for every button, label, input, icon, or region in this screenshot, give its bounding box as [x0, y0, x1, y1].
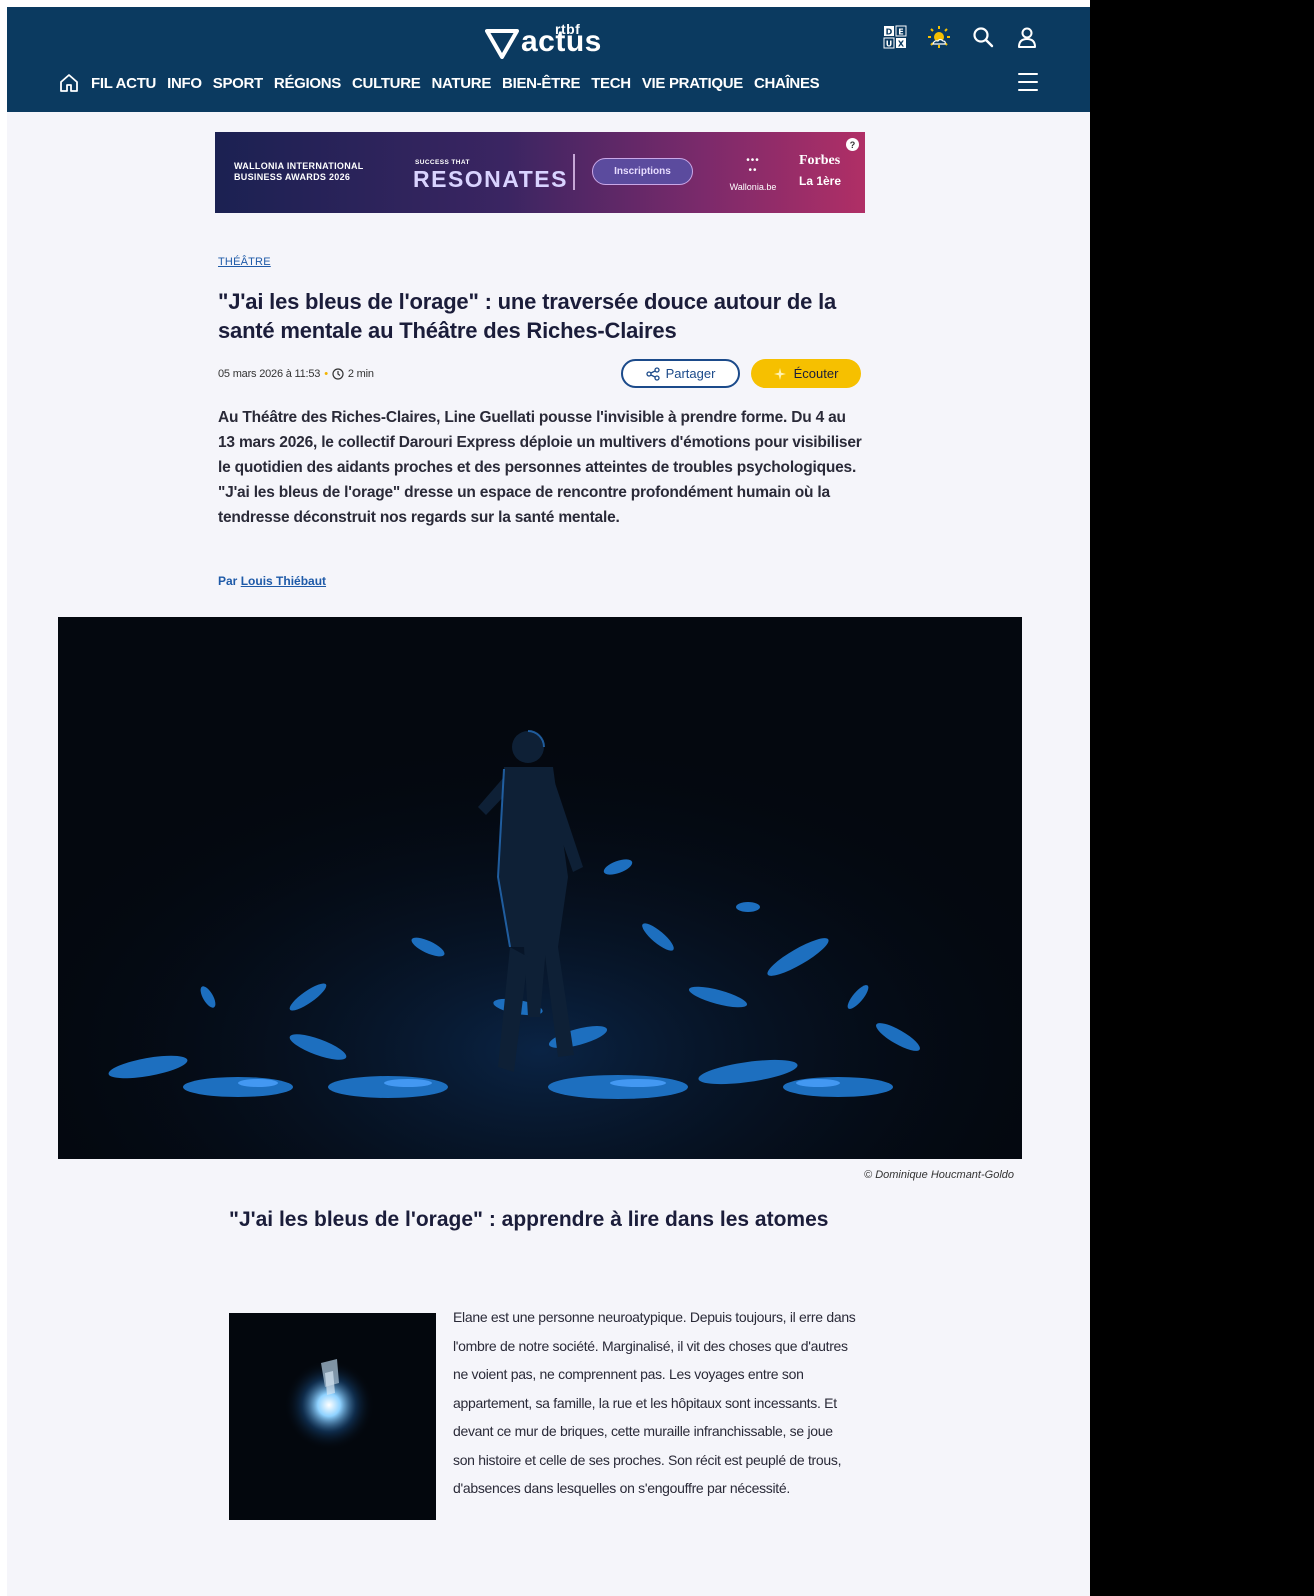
nav-item-vie-pratique[interactable]: VIE PRATIQUE — [642, 75, 743, 92]
listen-label: Écouter — [793, 366, 839, 381]
black-margin — [1090, 0, 1314, 1596]
weather-sun-icon[interactable] — [926, 24, 952, 50]
sparkle-icon — [773, 367, 786, 380]
nav-item-fil-actu[interactable]: FIL ACTU — [91, 75, 156, 92]
image-credit: © Dominique Houcmant-Goldo — [864, 1169, 1014, 1181]
nav-item-chaines[interactable]: CHAÎNES — [754, 75, 820, 92]
wallonia-dots-icon: ••• •• — [746, 155, 760, 176]
dyslexia-icon[interactable]: D E U X — [882, 24, 908, 50]
meta-separator: • — [324, 368, 328, 380]
ad-inscriptions-button[interactable]: Inscriptions — [592, 158, 693, 185]
logo-mark-icon — [485, 29, 519, 59]
author-link[interactable]: Louis Thiébaut — [241, 574, 326, 588]
nav-item-tech[interactable]: TECH — [591, 75, 631, 92]
main-nav: FIL ACTU INFO SPORT RÉGIONS CULTURE NATU… — [59, 71, 830, 95]
hero-image — [58, 617, 1022, 1159]
ad-tagline-small: SUCCESS THAT — [415, 159, 470, 166]
ad-banner[interactable]: WALLONIA INTERNATIONAL BUSINESS AWARDS 2… — [215, 132, 865, 213]
nav-item-culture[interactable]: CULTURE — [352, 75, 421, 92]
svg-text:X: X — [898, 40, 905, 49]
svg-text:D: D — [886, 28, 893, 37]
inline-image — [229, 1313, 436, 1520]
read-time: 2 min — [347, 368, 374, 380]
article-body: Elane est une personne neuroatypique. De… — [453, 1309, 856, 1496]
article-lead: Au Théâtre des Riches-Claires, Line Guel… — [218, 409, 862, 526]
nav-item-nature[interactable]: NATURE — [431, 75, 491, 92]
nav-item-bien-etre[interactable]: BIEN-ÊTRE — [502, 75, 580, 92]
ad-divider — [573, 154, 575, 190]
article-subtitle: "J'ai les bleus de l'orage" : apprendre … — [229, 1208, 829, 1231]
ad-left-text: WALLONIA INTERNATIONAL BUSINESS AWARDS 2… — [234, 161, 364, 182]
browser-page: rtbf actus D E U X FIL ACTU INFO SPORT R… — [7, 7, 1090, 1596]
article-title: "J'ai les bleus de l'orage" : une traver… — [218, 289, 837, 343]
share-button[interactable]: Partager — [621, 359, 740, 388]
user-icon[interactable] — [1014, 24, 1040, 50]
listen-button[interactable]: Écouter — [751, 359, 861, 388]
ad-forbes-logo: Forbes — [799, 153, 841, 168]
svg-text:U: U — [886, 40, 893, 49]
logo-rtbf-text: rtbf — [555, 21, 581, 37]
home-icon[interactable] — [59, 73, 79, 93]
header-icons: D E U X — [882, 24, 1040, 50]
category-link[interactable]: THÉÂTRE — [218, 256, 271, 268]
publish-date: 05 mars 2026 à 11:53 — [218, 368, 321, 380]
nav-item-sport[interactable]: SPORT — [213, 75, 263, 92]
author-byline: Par Louis Thiébaut — [218, 574, 327, 588]
nav-item-info[interactable]: INFO — [167, 75, 202, 92]
menu-icon[interactable] — [1018, 73, 1038, 91]
ad-wallonia-logo: ••• •• Wallonia.be — [723, 155, 783, 193]
nav-item-regions[interactable]: RÉGIONS — [274, 75, 341, 92]
ad-tagline-big: RESONATES — [413, 166, 568, 192]
share-icon — [645, 366, 660, 381]
site-header: rtbf actus D E U X FIL ACTU INFO SPORT R… — [7, 7, 1090, 112]
search-icon[interactable] — [970, 24, 996, 50]
ad-info-icon[interactable]: ? — [846, 138, 859, 151]
share-label: Partager — [665, 366, 716, 381]
clock-icon — [332, 368, 344, 380]
rtbf-actus-logo[interactable]: rtbf actus — [485, 19, 602, 59]
ad-la-premiere-logo: La 1ère — [799, 174, 842, 188]
svg-text:E: E — [898, 28, 903, 37]
article-meta: 05 mars 2026 à 11:53 • 2 min — [218, 368, 374, 380]
